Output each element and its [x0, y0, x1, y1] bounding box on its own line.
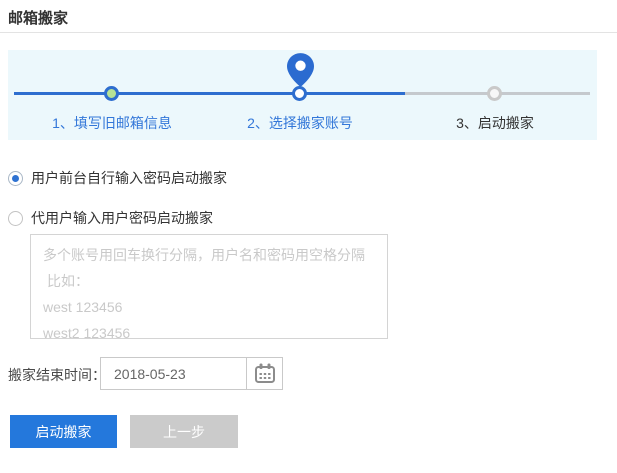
end-date-value[interactable]: 2018-05-23	[101, 366, 246, 382]
page-title: 邮箱搬家	[8, 7, 68, 28]
end-date-input[interactable]: 2018-05-23	[100, 357, 283, 390]
step-label-select-accounts: 2、选择搬家账号	[200, 113, 400, 133]
option-user-self-input-password[interactable]: 用户前台自行输入密码启动搬家	[8, 170, 227, 186]
step-label-fill-old-mail-info: 1、填写旧邮箱信息	[12, 113, 212, 133]
option-label: 用户前台自行输入密码启动搬家	[31, 168, 227, 188]
title-divider	[0, 32, 617, 33]
step-dot-3-pending	[487, 86, 502, 101]
step-label-start-migration: 3、启动搬家	[395, 113, 595, 133]
option-admin-input-password[interactable]: 代用户输入用户密码启动搬家	[8, 210, 213, 226]
placeholder-line: west2 123456	[43, 320, 375, 339]
calendar-icon	[254, 363, 276, 384]
calendar-picker-button[interactable]	[246, 358, 282, 389]
placeholder-line: west 123456	[43, 294, 375, 320]
account-list-input[interactable]: 多个账号用回车换行分隔，用户名和密码用空格分隔 比如： west 123456 …	[30, 234, 388, 339]
placeholder-line: 多个账号用回车换行分隔，用户名和密码用空格分隔	[43, 242, 375, 268]
stepper-track-done	[14, 92, 405, 95]
option-label: 代用户输入用户密码启动搬家	[31, 208, 213, 228]
radio-selected-icon[interactable]	[8, 171, 23, 186]
step-dot-2-current	[292, 86, 307, 101]
step-dot-1-done	[104, 86, 119, 101]
migration-stepper: 1、填写旧邮箱信息 2、选择搬家账号 3、启动搬家	[8, 50, 597, 140]
radio-unselected-icon[interactable]	[8, 211, 23, 226]
start-migration-button[interactable]: 启动搬家	[10, 415, 117, 448]
previous-step-button[interactable]: 上一步	[130, 415, 238, 448]
end-date-label: 搬家结束时间：	[8, 365, 106, 385]
placeholder-line: 比如：	[43, 268, 375, 294]
